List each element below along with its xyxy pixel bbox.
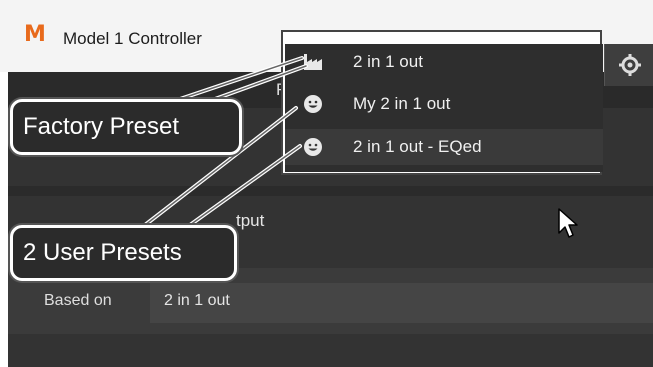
settings-button[interactable]: [604, 44, 653, 86]
factory-icon: [304, 54, 322, 70]
callout-factory-preset: Factory Preset: [10, 99, 242, 155]
smiley-icon: [304, 95, 322, 113]
preset-item-label: 2 in 1 out: [353, 52, 423, 71]
callout-user-presets: 2 User Presets: [10, 225, 237, 281]
gear-icon: [619, 54, 641, 76]
mouse-cursor-icon: [558, 208, 578, 238]
smiley-icon: [304, 138, 322, 156]
preset-item-label: 2 in 1 out - EQed: [353, 137, 482, 156]
output-label: tput: [236, 211, 265, 230]
preset-list: 2 in 1 out My 2 in 1 out 2 in 1 out - EQ…: [285, 44, 603, 172]
based-on-field: 2 in 1 out: [150, 283, 653, 323]
callout-text: Factory Preset: [23, 113, 180, 140]
based-on-label: Based on: [44, 292, 112, 309]
callout-text: 2 User Presets: [23, 239, 182, 266]
section-divider: [8, 186, 653, 196]
preset-dropdown: 2 in 1 out My 2 in 1 out 2 in 1 out - EQ…: [281, 30, 603, 175]
app-logo: M: [24, 22, 46, 47]
preset-item-user-1[interactable]: My 2 in 1 out: [285, 86, 603, 122]
preset-item-factory[interactable]: 2 in 1 out: [285, 44, 603, 80]
preset-item-user-2[interactable]: 2 in 1 out - EQed: [285, 129, 603, 165]
window-title: Model 1 Controller: [63, 29, 202, 48]
preset-item-label: My 2 in 1 out: [353, 94, 451, 113]
based-on-value: 2 in 1 out: [164, 292, 230, 309]
